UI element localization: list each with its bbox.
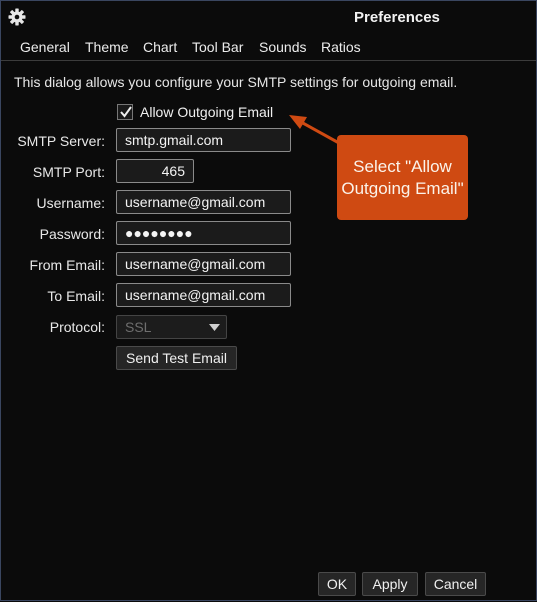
ok-button[interactable]: OK: [318, 572, 356, 596]
tab-bar: General Theme Chart Tool Bar Sounds Rati…: [1, 36, 536, 61]
password-input[interactable]: ●●●●●●●●: [116, 221, 291, 245]
apply-button[interactable]: Apply: [362, 572, 418, 596]
tab-tool-bar[interactable]: Tool Bar: [192, 39, 243, 55]
to-email-input[interactable]: username@gmail.com: [116, 283, 291, 307]
cancel-button[interactable]: Cancel: [425, 572, 486, 596]
gear-icon[interactable]: [7, 7, 27, 27]
tab-general[interactable]: General: [20, 39, 70, 55]
chevron-down-icon: [209, 324, 220, 331]
smtp-server-input[interactable]: smtp.gmail.com: [116, 128, 291, 152]
allow-outgoing-email-label: Allow Outgoing Email: [140, 104, 274, 120]
username-label: Username:: [36, 195, 105, 211]
to-email-label: To Email:: [47, 288, 105, 304]
dialog-description: This dialog allows you configure your SM…: [14, 74, 458, 90]
password-value: ●●●●●●●●: [125, 225, 193, 241]
tab-ratios[interactable]: Ratios: [321, 39, 361, 55]
title-bar: Preferences: [1, 1, 536, 33]
preferences-window: Preferences General Theme Chart Tool Bar…: [0, 0, 537, 601]
tab-theme[interactable]: Theme: [85, 39, 129, 55]
password-label: Password:: [39, 226, 105, 242]
checkmark-icon: [120, 106, 132, 118]
smtp-port-label: SMTP Port:: [32, 164, 105, 180]
allow-outgoing-email-checkbox[interactable]: [117, 104, 133, 120]
from-email-label: From Email:: [29, 257, 105, 273]
smtp-server-label: SMTP Server:: [17, 133, 105, 149]
send-test-email-button[interactable]: Send Test Email: [116, 346, 237, 370]
from-email-input[interactable]: username@gmail.com: [116, 252, 291, 276]
tab-sounds[interactable]: Sounds: [259, 39, 306, 55]
protocol-label: Protocol:: [49, 319, 105, 335]
protocol-select[interactable]: SSL: [116, 315, 227, 339]
annotation-callout: Select "Allow Outgoing Email": [337, 135, 468, 220]
tab-chart[interactable]: Chart: [143, 39, 177, 55]
protocol-value: SSL: [125, 319, 152, 335]
username-input[interactable]: username@gmail.com: [116, 190, 291, 214]
smtp-port-input[interactable]: 465: [116, 159, 194, 183]
window-title: Preferences: [354, 9, 440, 26]
